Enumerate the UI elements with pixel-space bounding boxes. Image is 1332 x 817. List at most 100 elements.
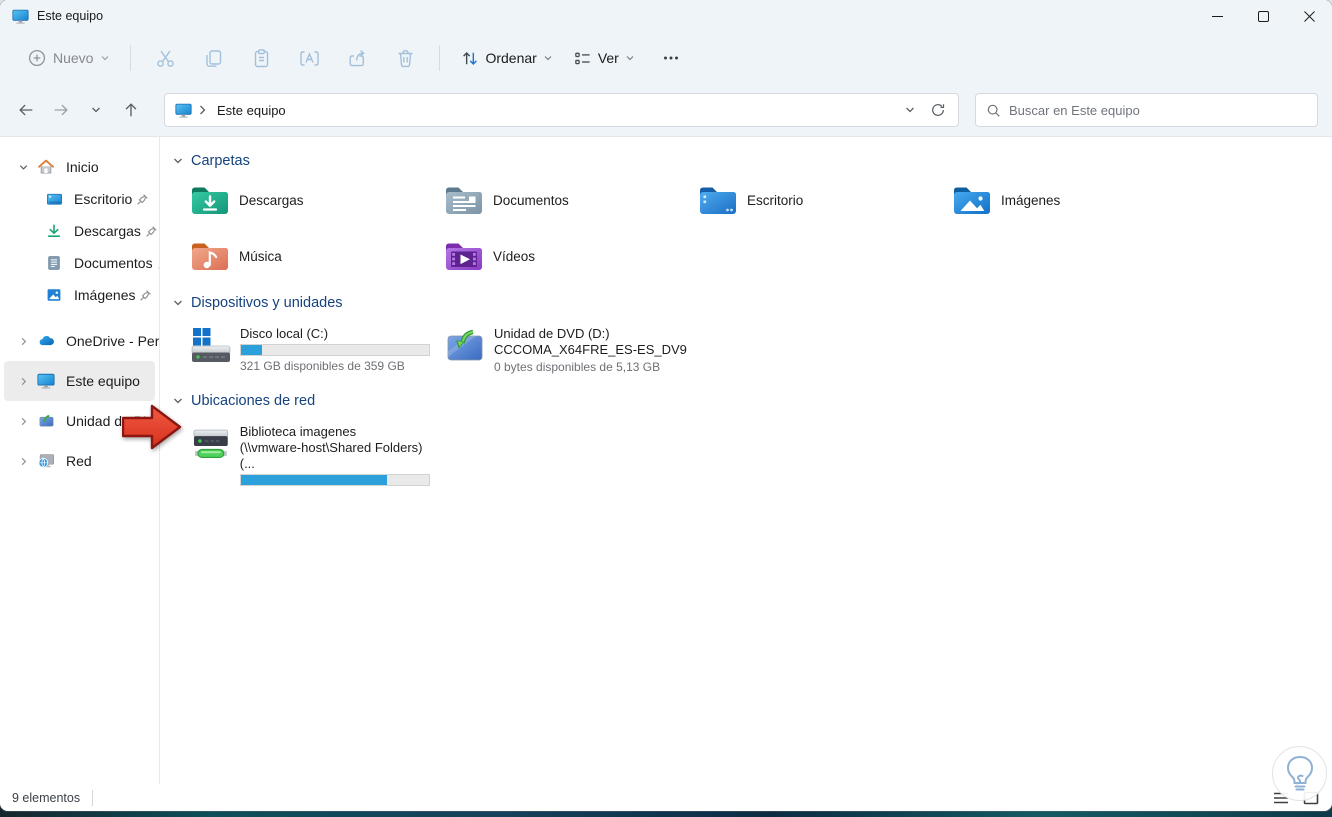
search-input[interactable] <box>1009 102 1307 118</box>
share-icon <box>349 49 365 66</box>
breadcrumb[interactable]: Este equipo <box>213 101 290 120</box>
folder-label: Música <box>239 248 282 264</box>
search-box[interactable] <box>975 93 1318 127</box>
scissors-icon <box>157 50 174 67</box>
chevron-right-icon[interactable] <box>14 456 32 467</box>
dvd-drive-icon <box>447 329 483 361</box>
folder-tile-imagenes[interactable]: Imágenes <box>950 179 1204 221</box>
folder-tile-musica[interactable]: Música <box>188 235 442 277</box>
folder-tile-escritorio[interactable]: Escritorio <box>696 179 950 221</box>
drive-details: 0 bytes disponibles de 5,13 GB <box>494 360 661 374</box>
sidebar-item-label: Descargas <box>74 223 141 239</box>
share-button[interactable] <box>337 40 377 76</box>
chevron-down-icon <box>91 107 100 113</box>
address-dropdown-icon[interactable] <box>904 104 916 116</box>
more-options-button[interactable] <box>649 40 693 76</box>
drive-subtitle: CCCOMA_X64FRE_ES-ES_DV9 <box>494 342 687 357</box>
maximize-button[interactable] <box>1240 0 1286 32</box>
sidebar-item-label: OneDrive - Personal <box>66 333 160 349</box>
paste-button[interactable] <box>241 40 281 76</box>
section-title: Dispositivos y unidades <box>191 295 343 311</box>
drive-tile-dvd[interactable]: Unidad de DVD (D:) CCCOMA_X64FRE_ES-ES_D… <box>442 323 696 377</box>
disk-usage-bar <box>240 344 430 356</box>
section-header-carpetas[interactable]: Carpetas <box>172 147 1332 175</box>
folders-grid: Descargas Documentos Escritorio Imágenes… <box>188 179 1332 277</box>
drive-tile-disco-local[interactable]: Disco local (C:) 321 GB disponibles de 3… <box>188 323 442 377</box>
network-grid: Biblioteca imagenes (\\vmware-host\Share… <box>188 421 1332 489</box>
folder-tile-videos[interactable]: Vídeos <box>442 235 696 277</box>
chevron-right-icon[interactable] <box>14 376 32 387</box>
sidebar-item-label: Este equipo <box>66 373 140 389</box>
chevron-down-icon[interactable] <box>14 162 32 173</box>
arrow-left-icon <box>18 104 32 116</box>
address-bar[interactable]: Este equipo <box>164 93 959 127</box>
document-icon <box>44 255 64 271</box>
pictures-folder-icon <box>954 187 990 214</box>
chevron-right-icon[interactable] <box>14 416 32 427</box>
documents-folder-icon <box>446 187 482 214</box>
rename-button[interactable] <box>289 40 329 76</box>
this-pc-icon <box>12 8 29 25</box>
view-icon <box>575 52 590 64</box>
home-icon <box>36 158 56 176</box>
sidebar-item-este-equipo[interactable]: Este equipo <box>4 361 155 401</box>
dvd-drive-icon <box>36 413 56 430</box>
sidebar-item-label: Inicio <box>66 159 99 175</box>
back-button[interactable] <box>10 95 41 126</box>
refresh-icon[interactable] <box>930 102 946 118</box>
sidebar-item-onedrive[interactable]: OneDrive - Personal <box>4 321 159 361</box>
local-disk-icon <box>191 328 231 362</box>
solvetic-lightbulb-watermark <box>1272 746 1327 801</box>
chevron-down-icon[interactable] <box>172 297 184 309</box>
toolbar-separator <box>130 45 132 71</box>
forward-button[interactable] <box>45 95 76 126</box>
chevron-down-icon[interactable] <box>172 155 184 167</box>
folder-label: Descargas <box>239 192 304 208</box>
pictures-icon <box>44 287 64 303</box>
navigation-pane: Inicio Escritorio Descargas Documentos I… <box>0 137 160 784</box>
statusbar-divider <box>92 789 94 806</box>
folder-tile-documentos[interactable]: Documentos <box>442 179 696 221</box>
folder-label: Escritorio <box>747 192 804 208</box>
new-button[interactable]: Nuevo <box>18 42 120 74</box>
this-pc-icon <box>175 103 192 118</box>
drive-name: Disco local (C:) <box>240 326 329 341</box>
copy-icon <box>206 49 222 67</box>
section-header-dispositivos[interactable]: Dispositivos y unidades <box>172 289 1332 317</box>
desktop-folder-icon <box>700 187 736 214</box>
copy-button[interactable] <box>193 40 233 76</box>
sidebar-item-imagenes[interactable]: Imágenes <box>4 279 155 311</box>
devices-grid: Disco local (C:) 321 GB disponibles de 3… <box>188 323 1332 377</box>
recent-locations-button[interactable] <box>80 95 111 126</box>
plus-circle-icon <box>28 49 46 67</box>
cut-button[interactable] <box>145 40 185 76</box>
sidebar-item-inicio[interactable]: Inicio <box>4 151 155 183</box>
sidebar-item-label: Escritorio <box>74 191 133 207</box>
folder-tile-descargas[interactable]: Descargas <box>188 179 442 221</box>
delete-button[interactable] <box>385 40 425 76</box>
up-button[interactable] <box>115 95 146 126</box>
new-button-label: Nuevo <box>53 50 94 66</box>
sort-icon <box>463 51 478 65</box>
sidebar-item-descargas[interactable]: Descargas <box>4 215 157 247</box>
onedrive-cloud-icon <box>36 332 56 351</box>
section-header-ubicaciones[interactable]: Ubicaciones de red <box>172 387 1332 415</box>
close-button[interactable] <box>1286 0 1332 32</box>
clipboard-icon <box>254 48 269 67</box>
view-button[interactable]: Ver <box>563 41 645 76</box>
chevron-right-icon[interactable] <box>14 336 32 347</box>
folder-label: Vídeos <box>493 248 536 264</box>
network-drive-tile[interactable]: Biblioteca imagenes (\\vmware-host\Share… <box>188 421 442 489</box>
chevron-down-icon <box>102 56 109 61</box>
minimize-button[interactable] <box>1194 0 1240 32</box>
ellipsis-icon <box>663 56 678 60</box>
toolbar-separator <box>439 45 441 71</box>
sidebar-item-documentos[interactable]: Documentos <box>4 247 159 279</box>
search-icon <box>987 104 1000 117</box>
window-title: Este equipo <box>37 9 104 23</box>
sidebar-item-escritorio[interactable]: Escritorio <box>4 183 155 215</box>
sidebar-item-label: Red <box>66 453 92 469</box>
downloads-folder-icon <box>192 187 228 214</box>
sort-button[interactable]: Ordenar <box>450 41 562 76</box>
music-folder-icon <box>192 243 228 270</box>
